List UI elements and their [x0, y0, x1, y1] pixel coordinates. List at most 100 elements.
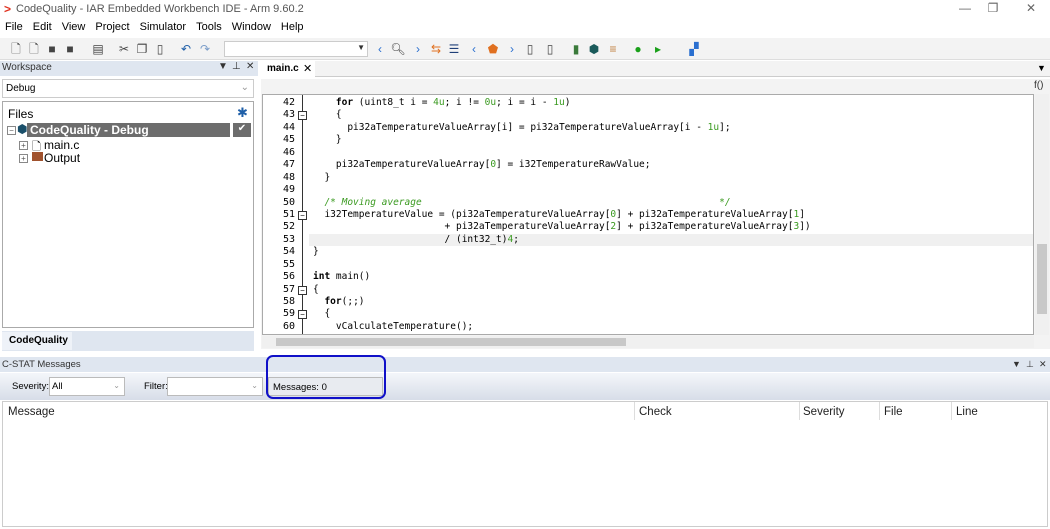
redo-icon[interactable]: ↷	[197, 41, 213, 57]
panel-close-icon[interactable]: ✕	[246, 61, 254, 72]
compile-icon[interactable]: ▮	[568, 41, 584, 57]
pin-icon[interactable]: ⊥	[232, 61, 241, 72]
make-icon[interactable]: ⬢	[586, 41, 602, 57]
code-line: pi32aTemperatureValueArray[i] = pi32aTem…	[313, 122, 731, 134]
menu-project[interactable]: Project	[90, 19, 134, 33]
new-file-icon[interactable]: 🗋	[8, 41, 24, 57]
menu-tools[interactable]: Tools	[191, 19, 227, 33]
menu-view[interactable]: View	[57, 19, 91, 33]
collapse-icon[interactable]: −	[7, 126, 16, 135]
bookmark-icon[interactable]: ⬟	[485, 41, 501, 57]
next-doc-icon[interactable]: ▯	[542, 41, 558, 57]
column-divider[interactable]	[951, 402, 952, 420]
column-check[interactable]: Check	[639, 406, 672, 418]
prev-doc-icon[interactable]: ▯	[522, 41, 538, 57]
code-editor[interactable]: 42 for (uint8_t i = 4u; i != 0u; i = i -…	[262, 94, 1034, 335]
code-token: pi32aTemperatureValueArray[i] = pi32aTem…	[313, 122, 708, 133]
fold-toggle-icon[interactable]: −	[298, 286, 307, 295]
vertical-scrollbar[interactable]	[1035, 94, 1049, 335]
copy-icon[interactable]: ❐	[134, 41, 150, 57]
tab-label: main.c	[267, 63, 299, 74]
fold-toggle-icon[interactable]: −	[298, 111, 307, 120]
code-token	[313, 296, 324, 307]
tree-item-output[interactable]: Output	[44, 151, 80, 165]
minimize-button[interactable]: —	[955, 1, 975, 15]
gear-icon[interactable]: ✱	[237, 105, 248, 121]
column-divider[interactable]	[634, 402, 635, 420]
code-token: 0u	[485, 97, 496, 108]
cut-icon[interactable]: ✂	[116, 41, 132, 57]
column-divider[interactable]	[879, 402, 880, 420]
undo-icon[interactable]: ↶	[178, 41, 194, 57]
files-label: Files	[8, 107, 33, 121]
chevron-down-icon: ▼	[357, 43, 365, 52]
line-number: 56	[263, 271, 295, 282]
filter-select[interactable]: ⌄	[167, 377, 263, 396]
cstat-title: C-STAT Messages	[2, 359, 81, 370]
chevron-down-icon: ⌄	[241, 82, 249, 93]
code-token: 1u	[708, 122, 719, 133]
column-divider[interactable]	[799, 402, 800, 420]
tree-item-project[interactable]: CodeQuality - Debug	[27, 123, 230, 137]
column-line[interactable]: Line	[956, 406, 978, 418]
horizontal-scrollbar[interactable]	[262, 336, 1034, 348]
code-token: ;	[513, 234, 519, 245]
tab-codequality[interactable]: CodeQuality	[2, 332, 72, 350]
breakpoint-icon[interactable]: ≡	[605, 41, 621, 57]
search-combo[interactable]: ▼	[224, 41, 368, 57]
tree-item-main-c[interactable]: main.c	[44, 138, 79, 152]
menu-help[interactable]: Help	[276, 19, 309, 33]
column-file[interactable]: File	[884, 406, 903, 418]
code-token: ; i = i -	[496, 97, 553, 108]
panel-menu-icon[interactable]: ▼	[1012, 359, 1021, 369]
download-debug-icon[interactable]: ●	[630, 41, 646, 57]
toggle-icon[interactable]: ⇆	[428, 41, 444, 57]
prev-bookmark-icon[interactable]: ‹	[466, 41, 482, 57]
severity-select[interactable]: All⌄	[49, 377, 125, 396]
panel-menu-icon[interactable]: ▼	[218, 61, 228, 72]
pin-icon[interactable]: ⊥	[1026, 359, 1034, 370]
menu-window[interactable]: Window	[227, 19, 276, 33]
cstat-header: C-STAT Messages ▼ ⊥ ✕	[0, 357, 1050, 372]
next-bookmark-icon[interactable]: ›	[504, 41, 520, 57]
find-icon[interactable]: 🔍︎	[390, 41, 406, 57]
new-document-icon[interactable]: 🗋	[26, 41, 42, 57]
code-token: i32TemperatureValue = (pi32aTemperatureV…	[313, 209, 610, 220]
build-config-icon[interactable]: ▞	[686, 41, 702, 57]
menu-file[interactable]: File	[0, 19, 28, 33]
menu-simulator[interactable]: Simulator	[135, 19, 191, 33]
print-icon[interactable]: ▤	[90, 41, 106, 57]
code-token: }	[313, 246, 319, 257]
workspace-tabs: CodeQuality	[2, 331, 254, 351]
list-icon[interactable]: ☰	[446, 41, 462, 57]
close-tab-icon[interactable]: ✕	[303, 62, 312, 75]
restore-button[interactable]: ❐	[983, 1, 1003, 15]
code-line: + pi32aTemperatureValueArray[2] + pi32aT…	[313, 221, 811, 233]
menu-edit[interactable]: Edit	[28, 19, 57, 33]
save-icon[interactable]: ■	[44, 41, 60, 57]
tab-list-icon[interactable]: ▼	[1037, 63, 1046, 73]
function-navigator-icon[interactable]: f()	[1034, 80, 1043, 91]
line-number: 42	[263, 97, 295, 108]
forward-icon[interactable]: ›	[410, 41, 426, 57]
column-severity[interactable]: Severity	[803, 406, 845, 418]
debug-without-download-icon[interactable]: ▸	[650, 41, 666, 57]
expand-icon[interactable]: +	[19, 141, 28, 150]
save-all-icon[interactable]: ■	[62, 41, 78, 57]
tab-main-c[interactable]: main.c ✕	[261, 61, 315, 77]
close-button[interactable]: ✕	[1021, 1, 1041, 15]
code-line: /* Moving average */	[313, 197, 731, 209]
configuration-select[interactable]: Debug⌄	[2, 79, 254, 98]
panel-close-icon[interactable]: ✕	[1039, 359, 1047, 370]
column-message[interactable]: Message	[8, 406, 55, 418]
line-number: 45	[263, 134, 295, 145]
fold-toggle-icon[interactable]: −	[298, 310, 307, 319]
scroll-thumb[interactable]	[1037, 244, 1047, 314]
code-line: }	[313, 134, 342, 146]
paste-icon[interactable]: ▯	[152, 41, 168, 57]
scroll-thumb[interactable]	[276, 338, 626, 346]
title-bar: > CodeQuality - IAR Embedded Workbench I…	[0, 0, 1050, 18]
fold-toggle-icon[interactable]: −	[298, 211, 307, 220]
expand-icon[interactable]: +	[19, 154, 28, 163]
back-icon[interactable]: ‹	[372, 41, 388, 57]
